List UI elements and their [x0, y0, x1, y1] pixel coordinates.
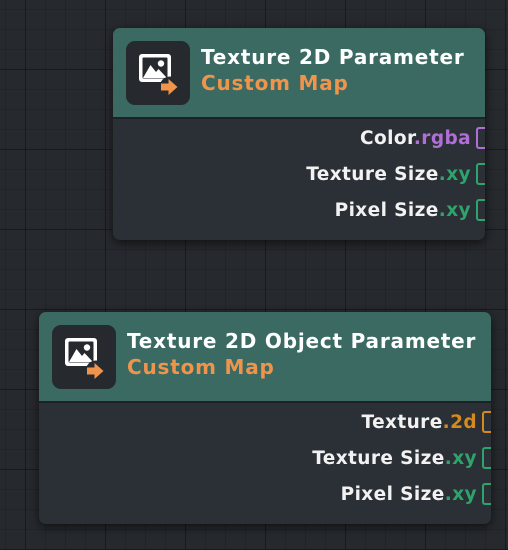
- port-name: Pixel Size: [334, 199, 439, 221]
- node-subtitle: Custom Map: [201, 71, 349, 95]
- output-pin-xy[interactable]: [482, 447, 491, 469]
- port-type: .2d: [442, 411, 477, 433]
- port-type: .xy: [444, 483, 477, 505]
- node-title: Texture 2D Object Parameter: [127, 329, 477, 353]
- output-pin-xy[interactable]: [476, 163, 485, 185]
- image-input-icon: [52, 325, 116, 389]
- port-label: Texture Size.xy: [306, 164, 471, 185]
- output-port-texture-size[interactable]: Texture Size.xy: [306, 162, 485, 186]
- node-subtitle: Custom Map: [127, 355, 275, 379]
- port-label: Pixel Size.xy: [341, 484, 477, 505]
- output-port-texture-size[interactable]: Texture Size.xy: [312, 446, 491, 470]
- output-pin-xy[interactable]: [476, 199, 485, 221]
- port-type: .xy: [438, 199, 471, 221]
- output-port-pixel-size[interactable]: Pixel Size.xy: [341, 482, 491, 506]
- output-pin-xy[interactable]: [482, 483, 491, 505]
- image-input-icon: [126, 41, 190, 105]
- output-port-pixel-size[interactable]: Pixel Size.xy: [335, 198, 485, 222]
- port-label: Pixel Size.xy: [335, 200, 471, 221]
- port-type: .xy: [444, 447, 477, 469]
- port-label: Color.rgba: [360, 128, 471, 149]
- port-name: Texture Size: [312, 447, 445, 469]
- port-name: Color: [360, 127, 414, 149]
- port-label: Texture.2d: [362, 412, 477, 433]
- output-pin-rgba[interactable]: [476, 127, 485, 149]
- port-name: Texture Size: [306, 163, 439, 185]
- output-port-texture[interactable]: Texture.2d: [362, 410, 491, 434]
- port-type: .xy: [438, 163, 471, 185]
- port-type: .rgba: [413, 127, 471, 149]
- port-name: Pixel Size: [340, 483, 445, 505]
- node-header[interactable]: Texture 2D Object Parameter Custom Map: [39, 312, 491, 403]
- port-name: Texture: [361, 411, 443, 433]
- output-port-color[interactable]: Color.rgba: [360, 126, 485, 150]
- port-label: Texture Size.xy: [312, 448, 477, 469]
- output-pin-2d[interactable]: [482, 411, 491, 433]
- texture-2d-parameter-node[interactable]: Texture 2D Parameter Custom Map Color.rg…: [113, 28, 485, 240]
- node-title: Texture 2D Parameter: [201, 45, 465, 69]
- node-header[interactable]: Texture 2D Parameter Custom Map: [113, 28, 485, 119]
- texture-2d-object-parameter-node[interactable]: Texture 2D Object Parameter Custom Map T…: [39, 312, 491, 524]
